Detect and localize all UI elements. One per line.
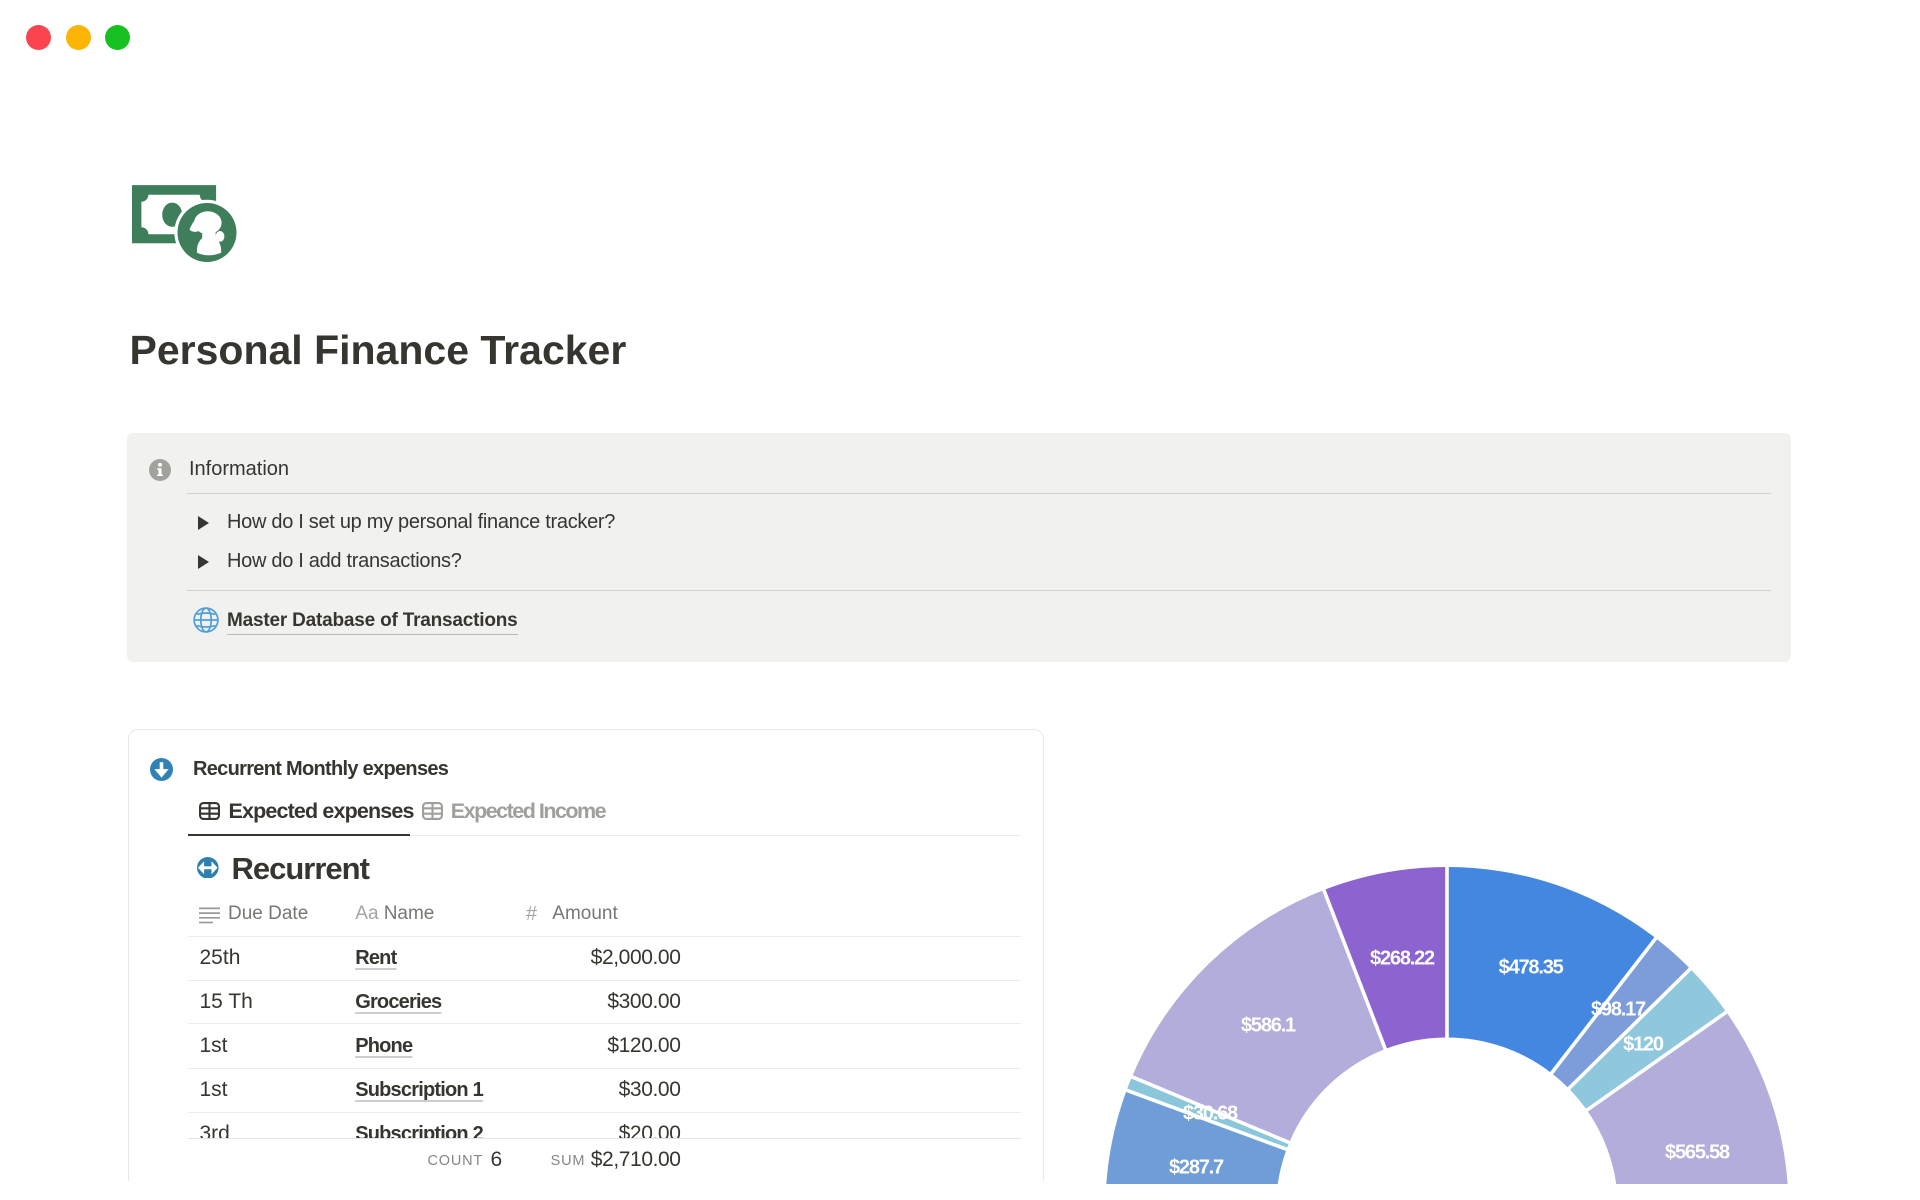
svg-text:$120: $120	[1623, 1033, 1664, 1055]
svg-text:$565.58: $565.58	[1665, 1141, 1730, 1163]
svg-text:$98.17: $98.17	[1591, 998, 1646, 1020]
svg-text:$478.35: $478.35	[1499, 957, 1564, 979]
svg-text:$268.22: $268.22	[1370, 947, 1435, 969]
svg-text:$287.7: $287.7	[1169, 1156, 1224, 1178]
svg-text:$586.1: $586.1	[1241, 1014, 1296, 1036]
svg-text:$30.68: $30.68	[1183, 1102, 1238, 1124]
